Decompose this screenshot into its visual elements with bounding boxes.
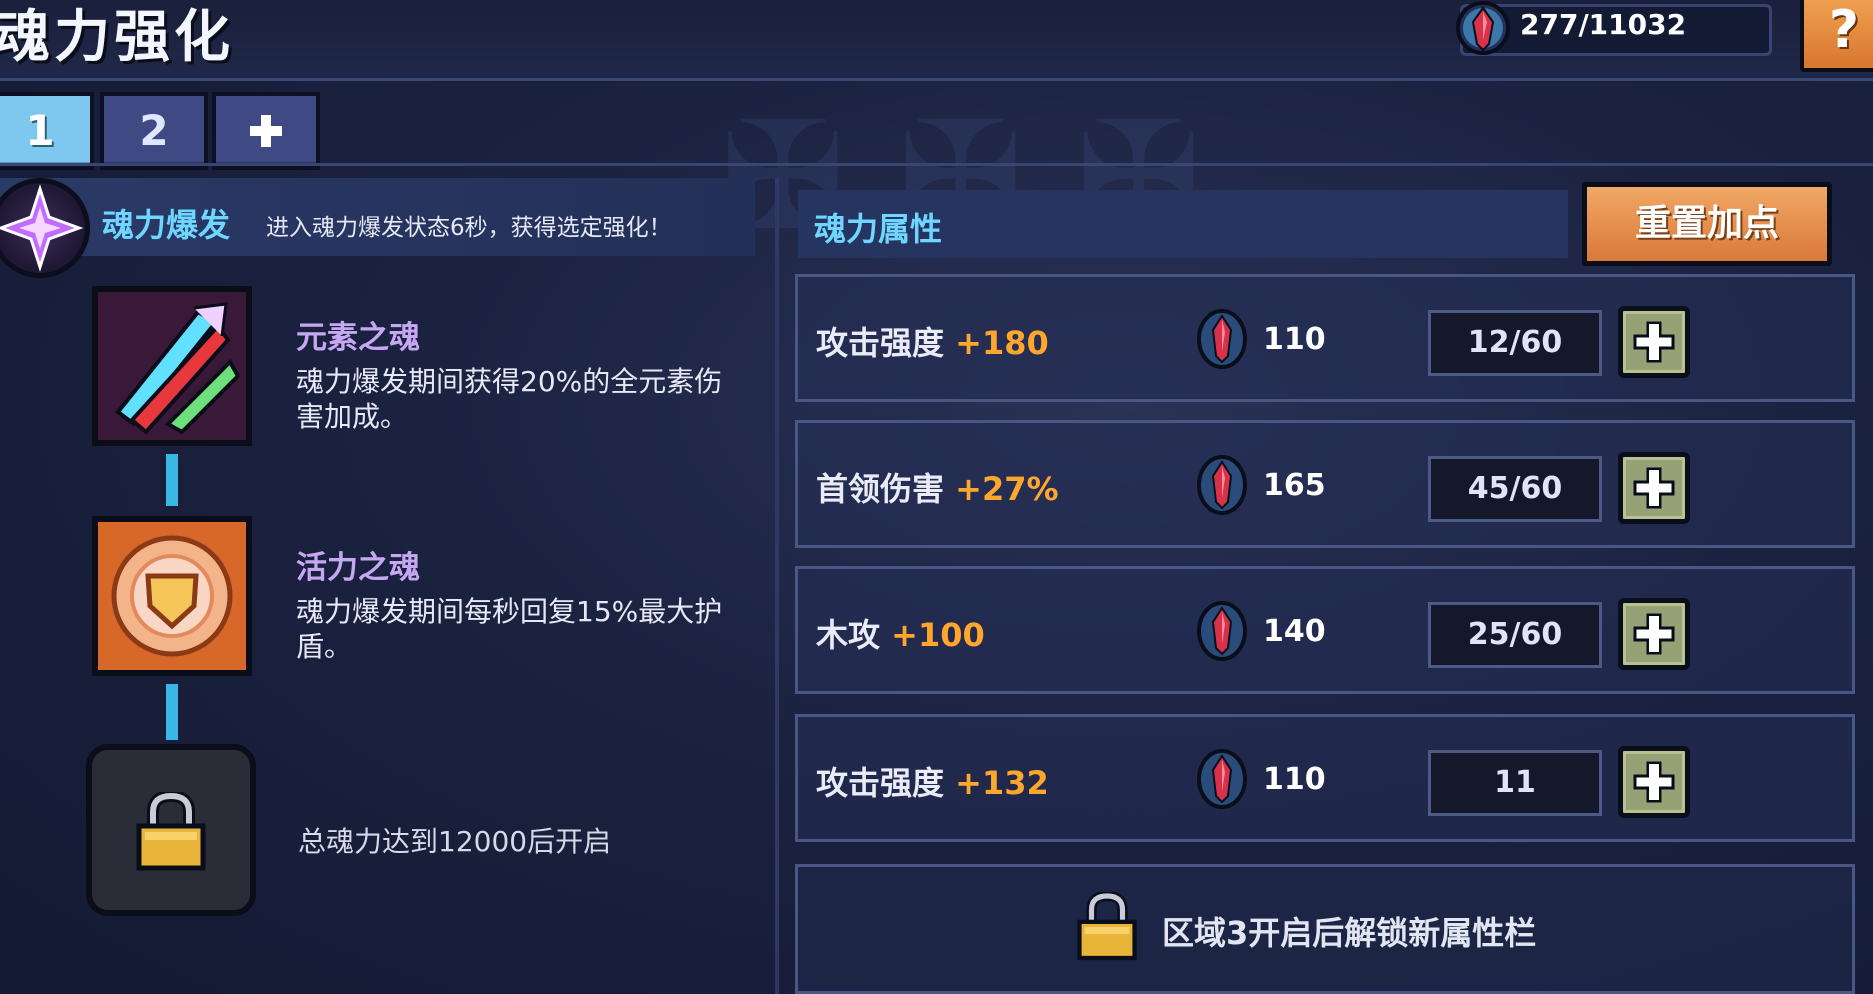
attribute-cost: 110 (1263, 762, 1326, 797)
soul-gem-icon (1196, 454, 1248, 516)
plus-icon (1633, 761, 1675, 803)
soul-gem-icon (1196, 308, 1248, 370)
burst-description: 进入魂力爆发状态6秒，获得选定强化！ (266, 215, 672, 241)
attribute-bonus: +100 (891, 616, 985, 654)
attribute-name: 攻击强度 +132 (816, 764, 1049, 802)
skill-slot-vitality[interactable] (92, 516, 252, 676)
shield-emblem-icon (98, 522, 246, 670)
lock-icon (136, 792, 206, 871)
burst-title: 魂力爆发 (102, 206, 231, 244)
attribute-name: 攻击强度 +180 (816, 324, 1049, 362)
skill-connector (166, 454, 178, 506)
plus-icon (250, 115, 282, 147)
locked-skill-slot (86, 744, 256, 916)
soul-gem-icon (1196, 600, 1248, 662)
soul-gem-icon (1196, 748, 1248, 810)
tab-divider (0, 163, 1873, 166)
attribute-name: 木攻 +100 (816, 616, 985, 654)
skill-connector (166, 684, 178, 740)
attribute-level: 11 (1428, 750, 1602, 816)
plus-icon (1633, 321, 1675, 363)
attribute-level: 45/60 (1428, 456, 1602, 522)
attribute-cost: 165 (1263, 468, 1326, 503)
attribute-cost: 140 (1263, 614, 1326, 649)
add-point-button[interactable] (1618, 746, 1690, 818)
add-point-button[interactable] (1618, 598, 1690, 670)
skill-slot-elemental[interactable] (92, 286, 252, 446)
attribute-level: 12/60 (1428, 310, 1602, 376)
lock-icon (1076, 890, 1138, 966)
add-point-button[interactable] (1618, 306, 1690, 378)
locked-attribute-text: 区域3开启后解锁新属性栏 (1162, 914, 1537, 952)
soul-burst-icon (0, 178, 90, 278)
attribute-bonus: +132 (955, 764, 1049, 802)
elemental-blades-icon (98, 292, 246, 440)
add-tab-button[interactable] (212, 92, 320, 170)
tab-2[interactable]: 2 (100, 92, 208, 170)
page-title: 魂力强化 (0, 5, 234, 70)
tab-1[interactable]: 1 (0, 92, 94, 170)
attribute-bonus: +180 (955, 324, 1049, 362)
skill-name: 元素之魂 (296, 320, 420, 356)
add-point-button[interactable] (1618, 452, 1690, 524)
soul-gem-icon (1455, 0, 1511, 56)
plus-icon (1633, 467, 1675, 509)
reset-points-button[interactable]: 重置加点 (1582, 182, 1832, 266)
unlock-requirement-text: 总魂力达到12000后开启 (298, 825, 612, 858)
panel-divider (775, 178, 779, 994)
skill-description: 魂力爆发期间获得20%的全元素伤害加成。 (296, 365, 723, 433)
skill-description: 魂力爆发期间每秒回复15%最大护盾。 (296, 595, 723, 663)
plus-icon (1633, 613, 1675, 655)
attribute-cost: 110 (1263, 322, 1326, 357)
attribute-name: 首领伤害 +27% (816, 470, 1059, 508)
help-button[interactable]: ? (1800, 0, 1873, 72)
attribute-level: 25/60 (1428, 602, 1602, 668)
attributes-title: 魂力属性 (814, 210, 943, 248)
skill-name: 活力之魂 (296, 550, 420, 586)
currency-amount: 277/11032 (1520, 8, 1687, 41)
attribute-bonus: +27% (955, 470, 1059, 508)
